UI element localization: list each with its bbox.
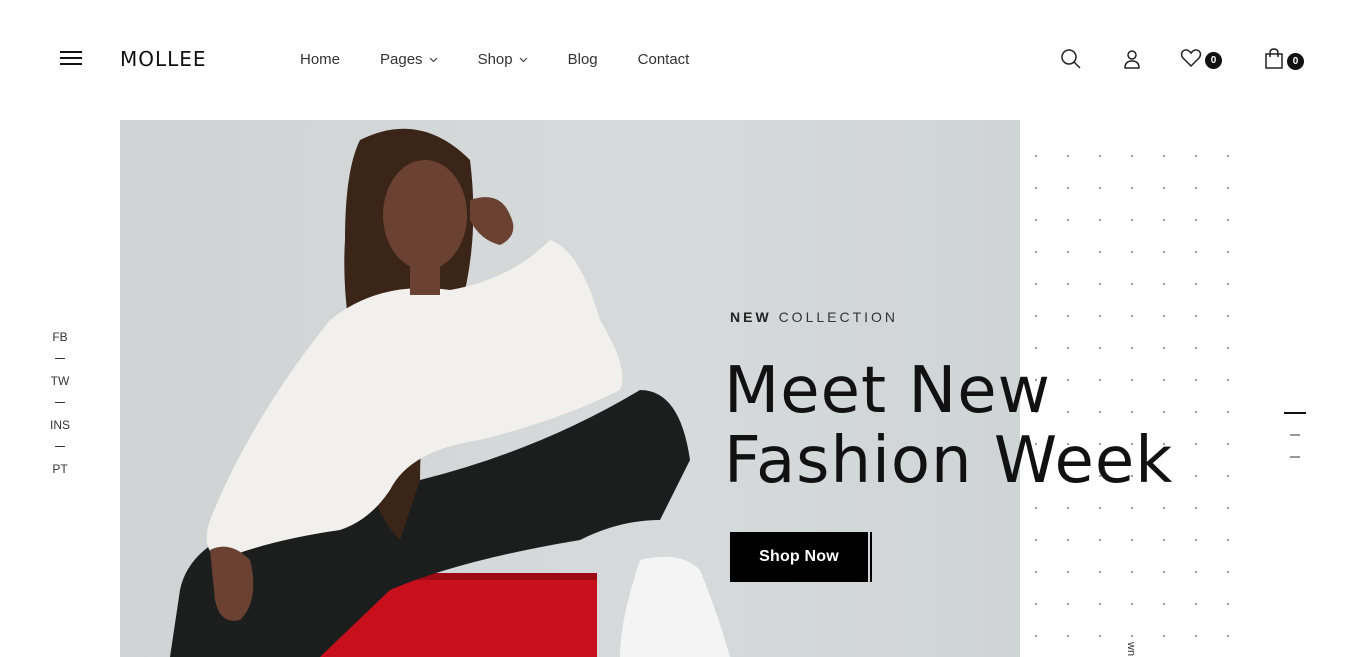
nav-item-home[interactable]: Home [300, 51, 340, 68]
chevron-down-icon [429, 57, 438, 63]
cart-button[interactable]: 0 [1264, 48, 1304, 75]
nav-item-blog[interactable]: Blog [568, 51, 598, 68]
account-button[interactable] [1122, 48, 1142, 75]
button-accent-line [870, 532, 872, 582]
headline-line-1: Meet New [724, 354, 1051, 428]
nav-item-shop[interactable]: Shop [478, 51, 528, 68]
nav-item-contact[interactable]: Contact [638, 51, 690, 68]
social-link-instagram[interactable]: INS [40, 417, 80, 433]
eyebrow-text: COLLECTION [778, 309, 899, 325]
social-link-pinterest[interactable]: PT [40, 461, 80, 477]
main-nav: Home Pages Shop Blog Contact [300, 51, 729, 68]
slide-indicator-3[interactable] [1290, 456, 1300, 458]
nav-item-label: Contact [637, 51, 690, 68]
social-links: FB TW INS PT [40, 329, 80, 477]
logo[interactable]: MOLLEE [120, 47, 207, 71]
divider [55, 402, 65, 403]
divider [55, 358, 65, 359]
search-icon [1060, 48, 1082, 75]
social-link-twitter[interactable]: TW [40, 373, 80, 389]
nav-item-pages[interactable]: Pages [380, 51, 438, 68]
slide-indicator-2[interactable] [1290, 434, 1300, 436]
hero-headline: Meet New Fashion Week [724, 356, 1244, 496]
divider [55, 446, 65, 447]
chevron-down-icon [519, 57, 528, 63]
nav-item-label: Home [300, 51, 341, 68]
hero-eyebrow: NEW COLLECTION [730, 309, 898, 325]
slide-indicator-1[interactable] [1284, 412, 1306, 414]
shopping-bag-icon [1264, 48, 1284, 75]
headline-line-2: Fashion Week [724, 424, 1174, 498]
cart-count-badge: 0 [1287, 53, 1304, 70]
nav-item-label: Shop [477, 51, 513, 68]
wishlist-count-badge: 0 [1205, 52, 1222, 69]
social-link-facebook[interactable]: FB [40, 329, 80, 345]
slider-pagination [1284, 412, 1306, 478]
shop-now-button[interactable]: Shop Now [730, 532, 868, 582]
eyebrow-highlight: NEW [730, 309, 772, 325]
user-icon [1122, 48, 1142, 75]
heart-icon [1180, 48, 1202, 73]
wishlist-button[interactable]: 0 [1180, 48, 1222, 73]
nav-item-label: Pages [380, 51, 423, 68]
scroll-down-hint[interactable]: wn [1125, 642, 1137, 656]
menu-icon[interactable] [60, 51, 82, 67]
search-button[interactable] [1060, 48, 1082, 75]
nav-item-label: Blog [567, 51, 598, 68]
